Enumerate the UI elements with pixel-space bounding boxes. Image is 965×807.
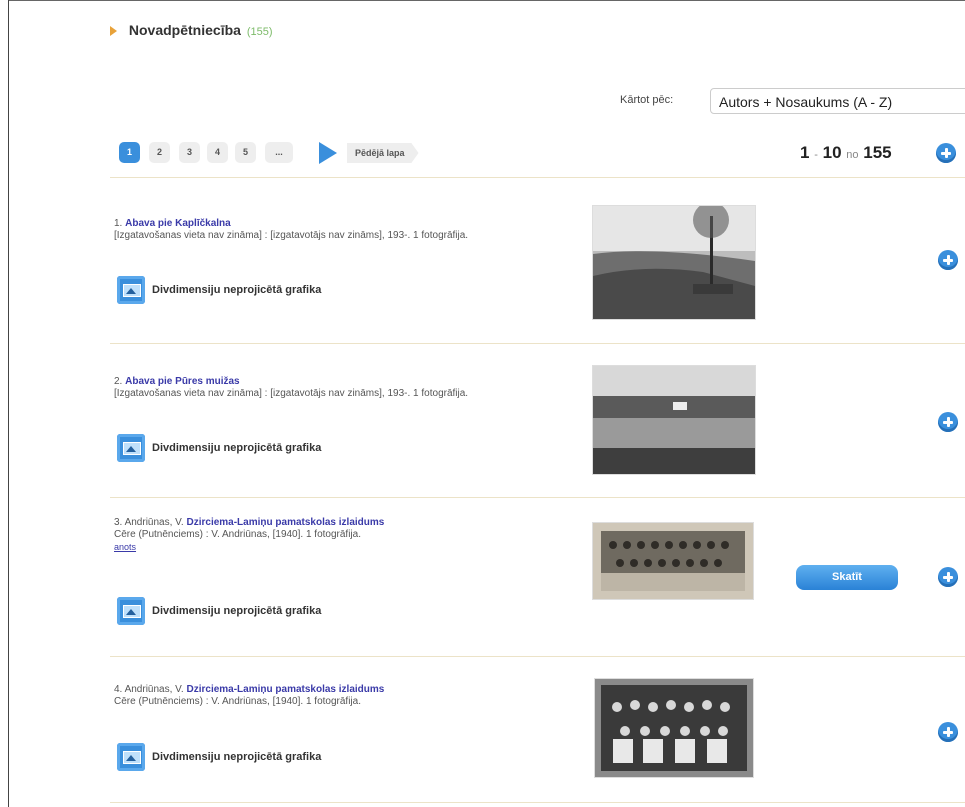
expand-plus-icon[interactable] (938, 722, 958, 742)
result-number: 4. (114, 684, 123, 695)
result-description: Cēre (Putnēnciems) : V. Andriūnas, [1940… (114, 696, 361, 707)
page-button-5[interactable]: 5 (235, 142, 256, 163)
result-type-label: Divdimensiju neprojicētā grafika (152, 751, 322, 763)
next-page-arrow-icon[interactable] (319, 142, 337, 164)
group-photo (593, 523, 753, 599)
result-thumbnail-2[interactable] (592, 365, 756, 475)
divider (110, 656, 965, 657)
result-title-link[interactable]: Abava pie Kaplīčkalna (125, 218, 231, 229)
frame-left-border (8, 0, 9, 807)
result-type-label: Divdimensiju neprojicētā grafika (152, 605, 322, 617)
result-title-link[interactable]: Abava pie Pūres muižas (125, 376, 240, 387)
image-type-icon (117, 276, 145, 304)
section-heading: Novadpētniecība (155) (110, 22, 273, 38)
result-author: Andriūnas, V. (124, 684, 184, 695)
expand-plus-icon[interactable] (938, 250, 958, 270)
image-type-icon (117, 743, 145, 771)
result-thumbnail-3[interactable] (592, 522, 754, 600)
result-item-1: 1. Abava pie Kaplīčkalna [Izgatavošanas … (114, 218, 494, 242)
divider (110, 343, 965, 344)
page-button-more[interactable]: ... (265, 142, 293, 163)
image-type-icon (117, 597, 145, 625)
divider (110, 177, 965, 178)
view-button[interactable]: Skatīt (796, 565, 898, 590)
result-description: Cēre (Putnēnciems) : V. Andriūnas, [1940… (114, 529, 361, 540)
page-button-3[interactable]: 3 (179, 142, 200, 163)
result-type-label: Divdimensiju neprojicētā grafika (152, 442, 322, 454)
result-range: 1 - 10 no 155 (800, 143, 892, 163)
result-thumbnail-1[interactable] (592, 205, 756, 320)
result-description: [Izgatavošanas vieta nav zināma] : [izga… (114, 388, 469, 399)
page-button-4[interactable]: 4 (207, 142, 228, 163)
result-item-2: 2. Abava pie Pūres muižas [Izgatavošanas… (114, 376, 494, 400)
expand-all-plus-icon[interactable] (936, 143, 956, 163)
river-photo (593, 366, 755, 474)
divider (110, 497, 965, 498)
result-item-3: 3. Andriūnas, V. Dzirciema-Lamiņu pamats… (114, 517, 494, 554)
result-title-link[interactable]: Dzirciema-Lamiņu pamatskolas izlaidums (186, 517, 384, 528)
divider (110, 802, 965, 803)
section-title: Novadpētniecība (128, 22, 241, 38)
sort-select[interactable]: Autors + Nosaukums (A - Z) ▾ (710, 88, 965, 114)
result-type-label: Divdimensiju neprojicētā grafika (152, 284, 322, 296)
sort-label: Kārtot pēc: (620, 94, 674, 106)
result-number: 3. (114, 517, 123, 528)
image-type-icon (117, 434, 145, 462)
expand-plus-icon[interactable] (938, 567, 958, 587)
range-from: 1 (800, 143, 810, 162)
page-button-1[interactable]: 1 (119, 142, 140, 163)
range-total: 155 (863, 143, 892, 162)
range-of: no (846, 149, 859, 161)
result-number: 2. (114, 376, 123, 387)
annotation-link[interactable]: anots (114, 542, 136, 552)
frame-top-border (8, 0, 965, 1)
expand-plus-icon[interactable] (938, 412, 958, 432)
result-author: Andriūnas, V. (124, 517, 184, 528)
section-arrow-icon (110, 26, 117, 37)
section-count: (155) (246, 26, 273, 38)
page-button-2[interactable]: 2 (149, 142, 170, 163)
result-description: [Izgatavošanas vieta nav zināma] : [izga… (114, 230, 469, 241)
last-page-button[interactable]: Pēdējā lapa (347, 143, 419, 163)
result-number: 1. (114, 218, 123, 229)
sort-selected-value: Autors + Nosaukums (A - Z) (719, 94, 893, 110)
range-separator: - (814, 149, 818, 161)
result-item-4: 4. Andriūnas, V. Dzirciema-Lamiņu pamats… (114, 684, 494, 708)
result-title-link[interactable]: Dzirciema-Lamiņu pamatskolas izlaidums (186, 684, 384, 695)
range-to: 10 (822, 143, 842, 162)
landscape-photo (593, 206, 755, 319)
result-thumbnail-4[interactable] (594, 678, 754, 778)
group-photo (595, 679, 753, 777)
